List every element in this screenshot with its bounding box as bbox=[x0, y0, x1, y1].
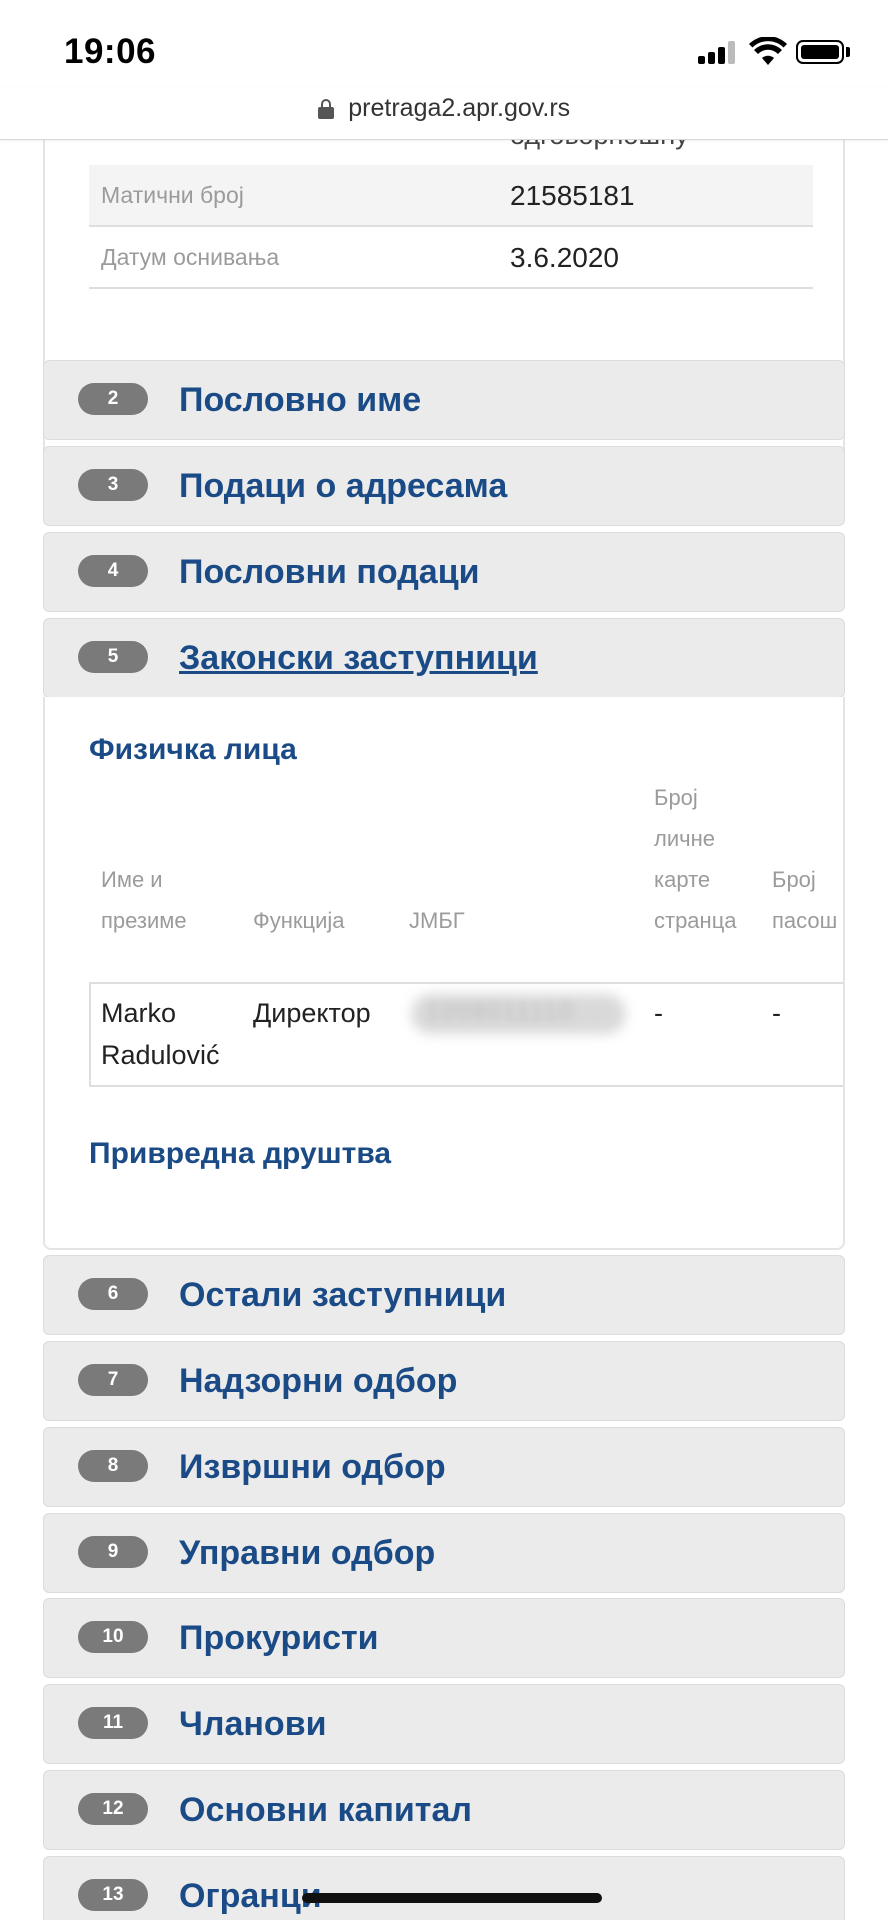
header-passport-line1: Број bbox=[772, 867, 816, 892]
info-label: Матични број bbox=[101, 182, 244, 208]
accordion-section-6[interactable]: 6 Остали заступници bbox=[43, 1255, 845, 1335]
cell-function: Директор bbox=[253, 998, 371, 1028]
companies-title: Привредна друштва bbox=[89, 1137, 392, 1170]
header-foreign-id-line4: странца bbox=[654, 908, 737, 933]
accordion-section-8[interactable]: 8 Извршни одбор bbox=[43, 1427, 845, 1507]
header-passport-line2: пасош bbox=[772, 908, 838, 933]
section-title[interactable]: Чланови bbox=[179, 1705, 327, 1744]
section-title[interactable]: Надзорни одбор bbox=[179, 1362, 457, 1401]
section-title[interactable]: Извршни одбор bbox=[179, 1448, 446, 1487]
section-number-badge: 3 bbox=[78, 469, 148, 501]
cell-foreign-id: - bbox=[654, 998, 663, 1028]
accordion-section-2[interactable]: 2 Пословно име bbox=[43, 360, 845, 440]
status-bar: 19:06 bbox=[0, 0, 888, 90]
legal-form-value-cut: одговорношћу bbox=[510, 140, 689, 151]
header-jmbg: ЈМБГ bbox=[409, 908, 465, 933]
battery-nub bbox=[846, 47, 850, 57]
header-foreign-id-line1: Број bbox=[654, 785, 698, 810]
cell-name-line2: Radulović bbox=[101, 1040, 220, 1070]
accordion-section-4[interactable]: 4 Пословни подаци bbox=[43, 532, 845, 612]
header-foreign-id-line2: личне bbox=[654, 826, 715, 851]
section-title[interactable]: Остали заступници bbox=[179, 1276, 506, 1315]
section-title[interactable]: Огранци bbox=[179, 1877, 322, 1916]
info-row-founding-date: Датум оснивања 3.6.2020 bbox=[89, 227, 813, 289]
accordion-section-9[interactable]: 9 Управни одбор bbox=[43, 1513, 845, 1593]
home-indicator[interactable] bbox=[302, 1893, 602, 1903]
accordion-section-11[interactable]: 11 Чланови bbox=[43, 1684, 845, 1764]
section-title[interactable]: Основни капитал bbox=[179, 1791, 472, 1830]
section-number-badge: 4 bbox=[78, 555, 148, 587]
section-basic-data-panel: одговорношћу Матични број 21585181 Датум… bbox=[43, 140, 845, 493]
section-title[interactable]: Подаци о адресама bbox=[179, 467, 507, 506]
accordion-section-12[interactable]: 12 Основни капитал bbox=[43, 1770, 845, 1850]
representatives-table: Име и презиме Функција ЈМБГ Број личне к… bbox=[89, 785, 843, 1087]
accordion-section-13[interactable]: 13 Огранци bbox=[43, 1856, 845, 1920]
url-text[interactable]: pretraga2.apr.gov.rs bbox=[348, 94, 570, 123]
section-number-badge: 11 bbox=[78, 1707, 148, 1739]
cell-jmbg-blurred: 1008011110 bbox=[426, 998, 575, 1025]
lock-icon bbox=[317, 98, 334, 119]
accordion-section-3[interactable]: 3 Подаци о адресама bbox=[43, 446, 845, 526]
wifi-icon bbox=[749, 37, 787, 65]
battery-icon bbox=[796, 40, 844, 64]
info-value: 3.6.2020 bbox=[510, 242, 619, 273]
info-label: Датум оснивања bbox=[101, 244, 280, 270]
header-function: Функција bbox=[253, 908, 345, 933]
legal-representatives-panel: Физичка лица Име и презиме Функција ЈМБГ… bbox=[43, 697, 845, 1250]
section-title-link[interactable]: Законски заступници bbox=[179, 639, 538, 678]
section-title[interactable]: Пословни подаци bbox=[179, 553, 480, 592]
section-title[interactable]: Прокуристи bbox=[179, 1619, 379, 1658]
address-bar[interactable]: pretraga2.apr.gov.rs bbox=[0, 88, 888, 140]
cell-passport: - bbox=[772, 998, 781, 1028]
natural-persons-title: Физичка лица bbox=[89, 733, 297, 766]
section-title[interactable]: Управни одбор bbox=[179, 1534, 435, 1573]
section-number-badge: 5 bbox=[78, 641, 148, 673]
section-number-badge: 8 bbox=[78, 1450, 148, 1482]
page-content: одговорношћу Матични број 21585181 Датум… bbox=[0, 140, 888, 1920]
table-row: Marko Radulović Директор 1008011110 - - bbox=[89, 984, 843, 1087]
section-number-badge: 12 bbox=[78, 1793, 148, 1825]
section-number-badge: 6 bbox=[78, 1278, 148, 1310]
section-number-badge: 7 bbox=[78, 1364, 148, 1396]
info-value: 21585181 bbox=[510, 180, 635, 211]
section-number-badge: 13 bbox=[78, 1879, 148, 1911]
header-foreign-id-line3: карте bbox=[654, 867, 711, 892]
header-name-line2: презиме bbox=[101, 908, 187, 933]
section-title[interactable]: Пословно име bbox=[179, 381, 421, 420]
accordion-section-7[interactable]: 7 Надзорни одбор bbox=[43, 1341, 845, 1421]
header-name-line1: Име и bbox=[101, 867, 163, 892]
accordion-section-5[interactable]: 5 Законски заступници bbox=[43, 618, 845, 698]
section-number-badge: 10 bbox=[78, 1621, 148, 1653]
cellular-signal-icon bbox=[698, 40, 738, 64]
accordion-section-10[interactable]: 10 Прокуристи bbox=[43, 1598, 845, 1678]
info-row-registration-number: Матични број 21585181 bbox=[89, 165, 813, 227]
status-time: 19:06 bbox=[64, 32, 157, 71]
section-number-badge: 2 bbox=[78, 383, 148, 415]
cell-name-line1: Marko bbox=[101, 998, 177, 1028]
section-number-badge: 9 bbox=[78, 1536, 148, 1568]
